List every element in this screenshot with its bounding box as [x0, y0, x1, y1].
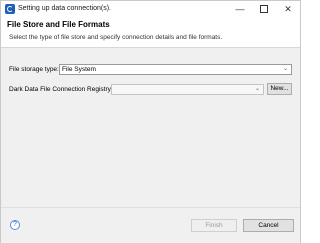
registry-label: Dark Data File Connection Registry [9, 86, 111, 93]
registry-select[interactable]: ⌄ [111, 84, 264, 95]
new-registry-button[interactable]: New... [267, 83, 292, 95]
finish-button[interactable]: Finish [191, 219, 237, 232]
title-bar: Setting up data connection(s). — ✕ [1, 1, 300, 18]
close-button[interactable]: ✕ [276, 1, 300, 18]
header-banner: File Store and File Formats Select the t… [1, 18, 300, 48]
eclipse-icon [5, 4, 15, 14]
close-icon: ✕ [284, 4, 292, 14]
minimize-icon: — [235, 4, 245, 14]
button-bar: ? Finish Cancel [1, 207, 300, 243]
cancel-button[interactable]: Cancel [243, 219, 294, 232]
chevron-down-icon: ⌄ [282, 66, 288, 72]
storage-type-select[interactable]: File System ⌄ [59, 64, 292, 75]
page-title: File Store and File Formats [7, 20, 110, 29]
maximize-button[interactable] [252, 1, 276, 18]
dialog-window: Setting up data connection(s). — ✕ File … [0, 0, 301, 243]
storage-type-label: File storage type: [9, 66, 59, 73]
minimize-button[interactable]: — [228, 1, 252, 18]
window-title: Setting up data connection(s). [18, 5, 112, 12]
page-description: Select the type of file store and specif… [9, 34, 223, 41]
form-area: File storage type: File System ⌄ Dark Da… [1, 48, 300, 207]
help-icon[interactable]: ? [10, 220, 20, 230]
storage-type-value: File System [62, 66, 96, 73]
maximize-icon [260, 4, 268, 13]
chevron-down-icon: ⌄ [254, 86, 260, 92]
